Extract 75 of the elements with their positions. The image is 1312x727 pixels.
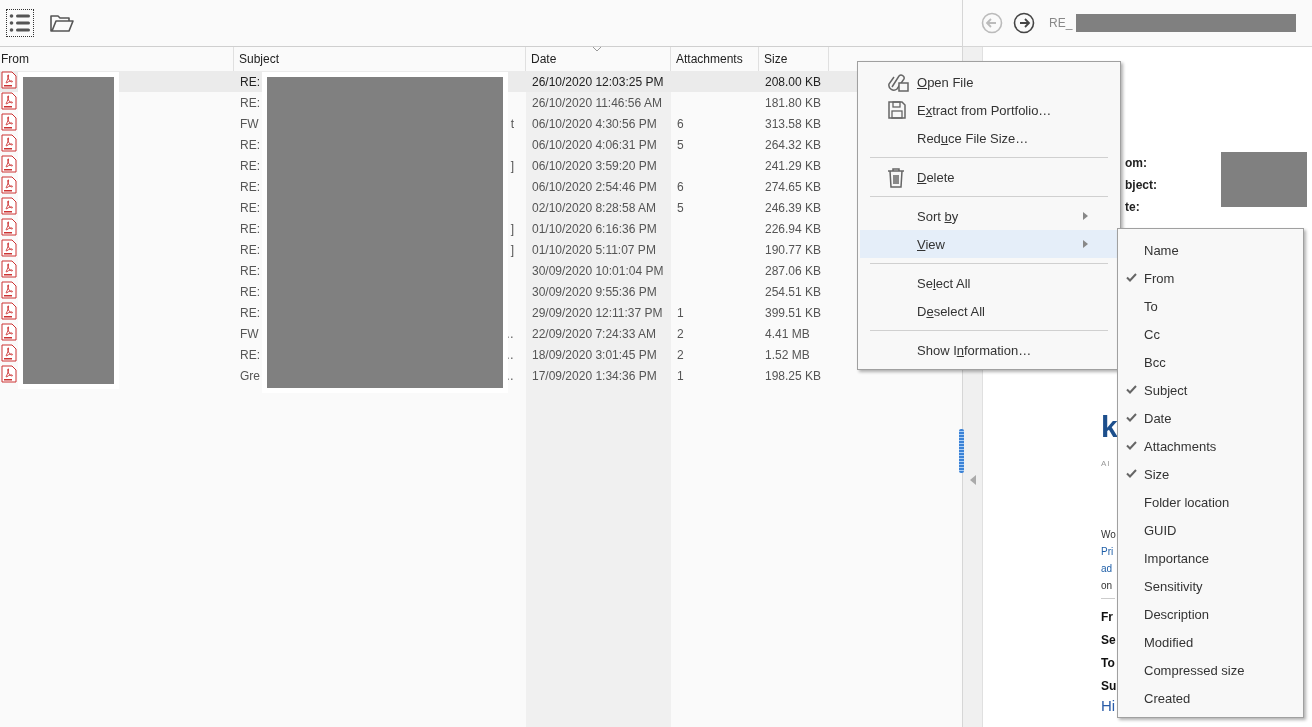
- size-cell-text: 1.52 MB: [764, 347, 811, 362]
- subject-text: RE:: [240, 221, 260, 236]
- notice-text: Pri: [1101, 546, 1114, 557]
- logo-letter: k: [1101, 409, 1118, 445]
- subject-text: ]: [509, 158, 514, 173]
- subject-text: RE:: [240, 137, 260, 152]
- subject-text: RE:: [240, 347, 260, 362]
- size-cell-text: 4.41 MB: [764, 326, 811, 341]
- subject-text: RE:: [240, 158, 260, 173]
- date-cell-text: 02/10/2020 8:28:58 AM: [531, 200, 658, 215]
- subject-text: RE:: [240, 263, 260, 278]
- notice-text: ad: [1101, 563, 1113, 574]
- size-cell-text: 254.51 KB: [764, 284, 823, 299]
- size-cell-text: 246.39 KB: [764, 200, 823, 215]
- subject-text: FW: [240, 116, 259, 131]
- subject-text: RE:: [240, 179, 260, 194]
- subject-text: RE:: [240, 305, 260, 320]
- header-label: te:: [1125, 199, 1141, 215]
- date-cell-text: 30/09/2020 10:01:04 PM: [531, 263, 665, 278]
- subject-text: ]: [509, 242, 514, 257]
- greeting-text: Hi: [1101, 697, 1116, 714]
- size-cell-text: 190.77 KB: [764, 242, 823, 257]
- attachments-cell-text: 6: [676, 179, 685, 194]
- subject-text: …: [501, 347, 514, 362]
- size-cell-text: 274.65 KB: [764, 179, 823, 194]
- attachments-cell-text: 6: [676, 116, 685, 131]
- email-field-label: To: [1101, 655, 1115, 670]
- email-field-label: Su: [1101, 678, 1117, 693]
- notice-text: Wo: [1101, 529, 1116, 540]
- subject-text: RE:: [240, 74, 260, 89]
- attachments-cell-text: 1: [676, 368, 685, 383]
- subject-text: RE:: [240, 284, 260, 299]
- subject-text: RE:: [240, 200, 260, 215]
- size-cell-text: 313.58 KB: [764, 116, 823, 131]
- subject-text: FW: [240, 326, 259, 341]
- header-label: om:: [1125, 155, 1148, 171]
- date-cell-text: 06/10/2020 3:59:20 PM: [531, 158, 658, 173]
- attachments-cell-text: 2: [676, 326, 685, 341]
- email-field-label: Se: [1101, 632, 1116, 647]
- date-cell-text: 26/10/2020 12:03:25 PM: [531, 74, 665, 89]
- subject-text: …: [501, 326, 514, 341]
- date-cell-text: 22/09/2020 7:24:33 AM: [531, 326, 658, 341]
- email-field-label: Fr: [1101, 609, 1113, 624]
- date-cell-text: 01/10/2020 5:11:07 PM: [531, 242, 657, 257]
- size-cell-text: 198.25 KB: [764, 368, 823, 383]
- header-label: bject:: [1125, 177, 1158, 193]
- size-cell-text: 399.51 KB: [764, 305, 823, 320]
- subject-text: …: [501, 368, 514, 383]
- document-title: RE_: [1049, 16, 1073, 30]
- size-cell-text: 181.80 KB: [764, 95, 823, 110]
- subject-text: RE:: [240, 242, 260, 257]
- date-cell-text: 01/10/2020 6:16:36 PM: [531, 221, 658, 236]
- attachments-cell-text: 1: [676, 305, 685, 320]
- date-cell-text: 06/10/2020 2:54:46 PM: [531, 179, 658, 194]
- size-cell-text: 287.06 KB: [764, 263, 823, 278]
- subject-text: t: [509, 116, 514, 131]
- subject-text: RE:: [240, 95, 260, 110]
- date-cell-text: 18/09/2020 3:01:45 PM: [531, 347, 658, 362]
- attachments-cell-text: 5: [676, 200, 685, 215]
- date-cell-text: 30/09/2020 9:55:36 PM: [531, 284, 658, 299]
- attachments-cell-text: 5: [676, 137, 685, 152]
- size-cell-text: 264.32 KB: [764, 137, 823, 152]
- date-cell-text: 17/09/2020 1:34:36 PM: [531, 368, 658, 383]
- size-cell-text: 226.94 KB: [764, 221, 823, 236]
- notice-text: on: [1101, 580, 1113, 591]
- subject-text: Gre: [240, 368, 260, 383]
- subject-text: ]: [509, 221, 514, 236]
- size-cell-text: 241.29 KB: [764, 158, 823, 173]
- date-cell-text: 06/10/2020 4:30:56 PM: [531, 116, 658, 131]
- date-cell-text: 06/10/2020 4:06:31 PM: [531, 137, 658, 152]
- size-cell-text: 208.00 KB: [764, 74, 823, 89]
- attachments-cell-text: 2: [676, 347, 685, 362]
- logo-tagline: AI: [1101, 459, 1111, 468]
- date-cell-text: 29/09/2020 12:11:37 PM: [531, 305, 664, 320]
- date-cell-text: 26/10/2020 11:46:56 AM: [531, 95, 663, 110]
